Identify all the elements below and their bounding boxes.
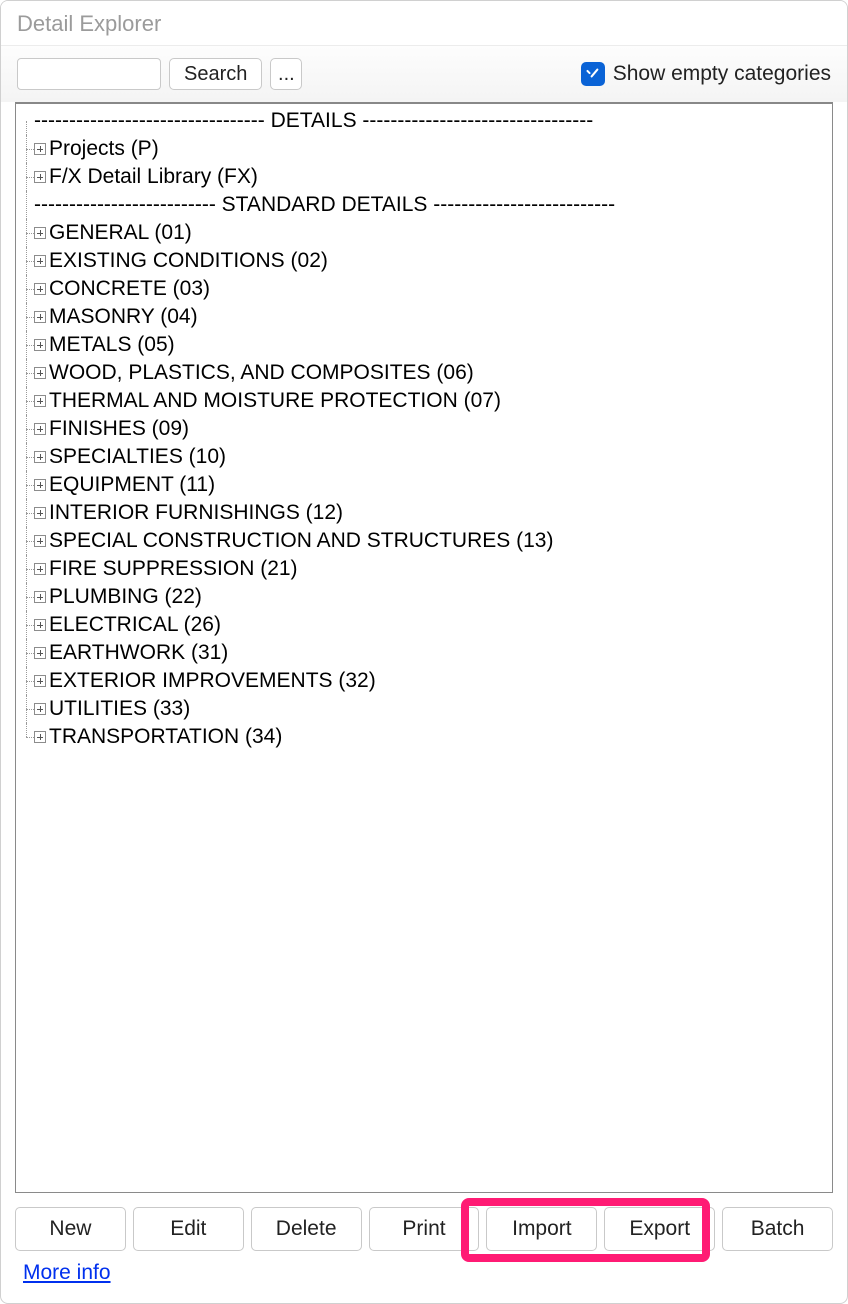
tree-item-label: PLUMBING (22) <box>48 583 202 611</box>
footer: More info <box>1 1257 847 1303</box>
tree-item-label: ELECTRICAL (26) <box>48 611 221 639</box>
tree-item-label: MASONRY (04) <box>48 303 198 331</box>
tree-item[interactable]: EXISTING CONDITIONS (02) <box>20 247 828 275</box>
tree-heading-label: --------------------------------- DETAIL… <box>34 107 593 135</box>
expand-icon[interactable] <box>34 647 46 659</box>
tree-item[interactable]: PLUMBING (22) <box>20 583 828 611</box>
tree-item[interactable]: THERMAL AND MOISTURE PROTECTION (07) <box>20 387 828 415</box>
tree-item-label: EXISTING CONDITIONS (02) <box>48 247 328 275</box>
tree-item-label: METALS (05) <box>48 331 175 359</box>
expand-icon[interactable] <box>34 423 46 435</box>
expand-icon[interactable] <box>34 507 46 519</box>
tree-item[interactable]: TRANSPORTATION (34) <box>20 723 828 751</box>
import-button[interactable]: Import <box>486 1207 597 1251</box>
tree-item-label: TRANSPORTATION (34) <box>48 723 282 751</box>
tree-item-label: SPECIAL CONSTRUCTION AND STRUCTURES (13) <box>48 527 553 555</box>
action-button-bar: New Edit Delete Print Import Export Batc… <box>1 1193 847 1257</box>
tree-item-label: THERMAL AND MOISTURE PROTECTION (07) <box>48 387 501 415</box>
edit-button[interactable]: Edit <box>133 1207 244 1251</box>
tree-item[interactable]: SPECIALTIES (10) <box>20 443 828 471</box>
tree-heading: --------------------------------- DETAIL… <box>20 107 828 135</box>
window-title: Detail Explorer <box>1 1 847 46</box>
tree-item-label: Projects (P) <box>48 135 159 163</box>
search-input[interactable] <box>17 58 161 90</box>
toolbar: Search ... Show empty categories <box>1 46 847 102</box>
expand-icon[interactable] <box>34 703 46 715</box>
tree-item[interactable]: F/X Detail Library (FX) <box>20 163 828 191</box>
tree-item-label: F/X Detail Library (FX) <box>48 163 258 191</box>
batch-button[interactable]: Batch <box>722 1207 833 1251</box>
tree-item[interactable]: GENERAL (01) <box>20 219 828 247</box>
expand-icon[interactable] <box>34 255 46 267</box>
tree-item[interactable]: MASONRY (04) <box>20 303 828 331</box>
expand-icon[interactable] <box>34 143 46 155</box>
tree-item[interactable]: INTERIOR FURNISHINGS (12) <box>20 499 828 527</box>
tree-heading: -------------------------- STANDARD DETA… <box>20 191 828 219</box>
tree-item[interactable]: ELECTRICAL (26) <box>20 611 828 639</box>
expand-icon[interactable] <box>34 395 46 407</box>
tree-item-label: FINISHES (09) <box>48 415 189 443</box>
show-empty-label: Show empty categories <box>613 62 831 86</box>
expand-icon[interactable] <box>34 591 46 603</box>
tree-item[interactable]: EARTHWORK (31) <box>20 639 828 667</box>
export-button[interactable]: Export <box>604 1207 715 1251</box>
expand-icon[interactable] <box>34 731 46 743</box>
expand-icon[interactable] <box>34 563 46 575</box>
tree-item[interactable]: METALS (05) <box>20 331 828 359</box>
expand-icon[interactable] <box>34 619 46 631</box>
tree-item-label: FIRE SUPPRESSION (21) <box>48 555 298 583</box>
detail-explorer-window: Detail Explorer Search ... Show empty ca… <box>0 0 848 1304</box>
tree-item-label: EQUIPMENT (11) <box>48 471 215 499</box>
expand-icon[interactable] <box>34 535 46 547</box>
tree-item-label: WOOD, PLASTICS, AND COMPOSITES (06) <box>48 359 474 387</box>
tree-item-label: SPECIALTIES (10) <box>48 443 226 471</box>
expand-icon[interactable] <box>34 171 46 183</box>
tree-item[interactable]: CONCRETE (03) <box>20 275 828 303</box>
tree-item[interactable]: WOOD, PLASTICS, AND COMPOSITES (06) <box>20 359 828 387</box>
expand-icon[interactable] <box>34 675 46 687</box>
search-button[interactable]: Search <box>169 58 262 90</box>
delete-button[interactable]: Delete <box>251 1207 362 1251</box>
tree-item-label: EARTHWORK (31) <box>48 639 228 667</box>
tree-item-label: CONCRETE (03) <box>48 275 210 303</box>
tree-item[interactable]: EQUIPMENT (11) <box>20 471 828 499</box>
tree-item[interactable]: UTILITIES (33) <box>20 695 828 723</box>
tree-item-label: UTILITIES (33) <box>48 695 190 723</box>
detail-tree[interactable]: --------------------------------- DETAIL… <box>15 102 833 1193</box>
tree-item[interactable]: FIRE SUPPRESSION (21) <box>20 555 828 583</box>
checkbox-icon <box>581 62 605 86</box>
show-empty-categories-toggle[interactable]: Show empty categories <box>581 62 831 86</box>
new-button[interactable]: New <box>15 1207 126 1251</box>
tree-item[interactable]: FINISHES (09) <box>20 415 828 443</box>
expand-icon[interactable] <box>34 367 46 379</box>
tree-heading-label: -------------------------- STANDARD DETA… <box>34 191 615 219</box>
search-options-button[interactable]: ... <box>270 58 302 90</box>
tree-item[interactable]: SPECIAL CONSTRUCTION AND STRUCTURES (13) <box>20 527 828 555</box>
tree-item-label: EXTERIOR IMPROVEMENTS (32) <box>48 667 376 695</box>
expand-icon[interactable] <box>34 283 46 295</box>
tree-item[interactable]: EXTERIOR IMPROVEMENTS (32) <box>20 667 828 695</box>
expand-icon[interactable] <box>34 479 46 491</box>
print-button[interactable]: Print <box>369 1207 480 1251</box>
expand-icon[interactable] <box>34 227 46 239</box>
tree-item[interactable]: Projects (P) <box>20 135 828 163</box>
expand-icon[interactable] <box>34 339 46 351</box>
tree-item-label: INTERIOR FURNISHINGS (12) <box>48 499 343 527</box>
tree-item-label: GENERAL (01) <box>48 219 192 247</box>
expand-icon[interactable] <box>34 451 46 463</box>
more-info-link[interactable]: More info <box>23 1261 111 1284</box>
expand-icon[interactable] <box>34 311 46 323</box>
